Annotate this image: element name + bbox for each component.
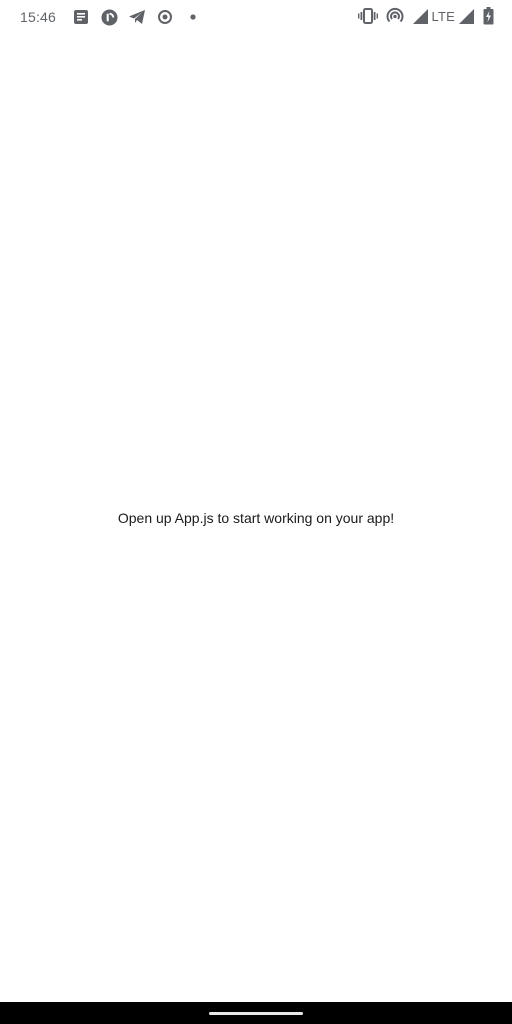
vibrate-icon xyxy=(357,8,378,24)
cell-signal-icon xyxy=(458,8,475,25)
status-time: 15:46 xyxy=(20,9,57,25)
hotspot-icon xyxy=(386,7,404,25)
more-notifications-dot-icon xyxy=(184,8,202,26)
battery-charging-icon xyxy=(483,7,494,25)
telegram-icon xyxy=(128,8,146,26)
welcome-message: Open up App.js to start working on your … xyxy=(117,509,395,526)
navigation-bar xyxy=(0,1002,512,1024)
home-gesture-handle[interactable] xyxy=(209,1012,303,1015)
status-left: 15:46 xyxy=(20,7,212,27)
network-type-label: LTE xyxy=(431,8,455,24)
status-bar: 15:46 LTE xyxy=(0,0,512,34)
pocket-casts-icon xyxy=(100,8,118,26)
news-icon xyxy=(72,8,90,26)
app-screen: 15:46 LTE Open up App.js to start workin… xyxy=(0,0,512,1024)
wifi-signal-icon xyxy=(412,8,429,25)
main-content: Open up App.js to start working on your … xyxy=(0,34,512,1002)
status-right: LTE xyxy=(350,6,494,26)
settings-notification-icon xyxy=(156,8,174,26)
